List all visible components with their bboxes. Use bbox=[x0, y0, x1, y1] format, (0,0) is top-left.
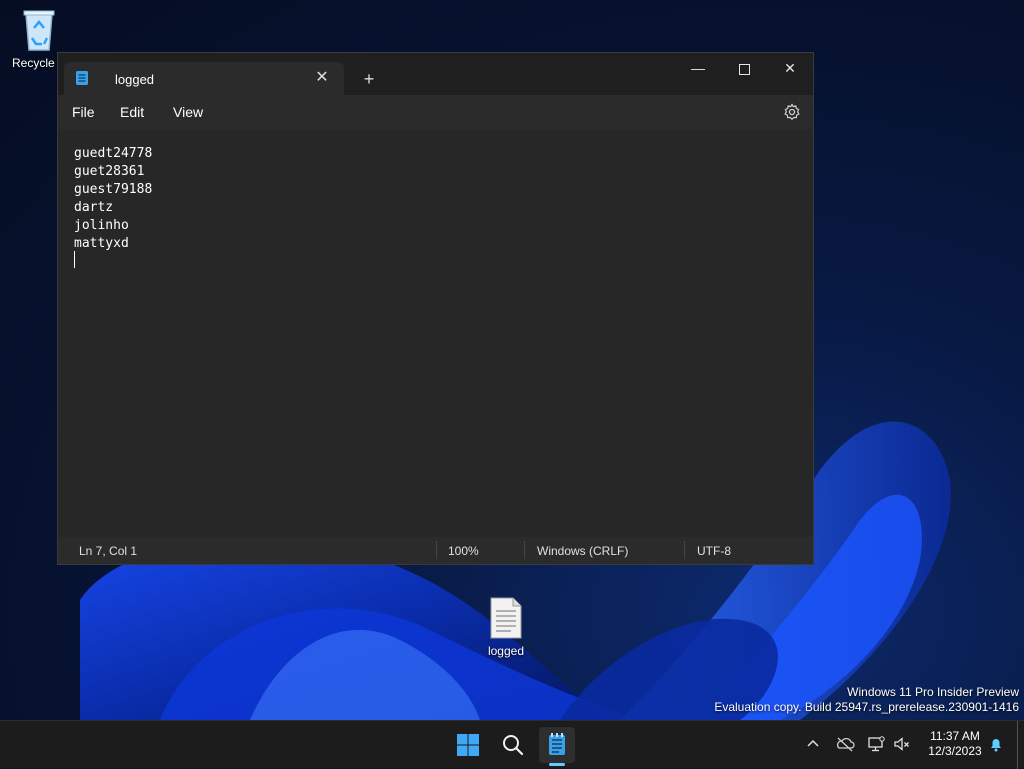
gear-icon[interactable] bbox=[783, 103, 801, 121]
search-button[interactable] bbox=[495, 727, 531, 763]
text-file-icon bbox=[489, 596, 523, 640]
taskbar-notepad-button[interactable] bbox=[539, 727, 575, 763]
search-icon bbox=[503, 735, 524, 756]
clock-date: 12/3/2023 bbox=[928, 744, 982, 758]
active-app-indicator bbox=[549, 763, 565, 766]
status-line-ending[interactable]: Windows (CRLF) bbox=[537, 544, 628, 558]
text-line: dartz bbox=[74, 200, 114, 215]
text-line: guedt24778 bbox=[74, 146, 153, 161]
maximize-button[interactable] bbox=[721, 53, 767, 83]
plus-icon: + bbox=[363, 69, 375, 89]
network-icon[interactable] bbox=[867, 735, 885, 753]
show-desktop-button[interactable] bbox=[1017, 721, 1018, 769]
text-line: jolinho bbox=[74, 218, 129, 233]
desktop-icon-logged[interactable]: logged bbox=[476, 596, 536, 658]
close-icon[interactable]: ✕ bbox=[312, 68, 332, 88]
status-divider bbox=[436, 541, 437, 559]
chevron-up-icon[interactable] bbox=[804, 735, 822, 753]
title-bar[interactable]: logged ✕ + — ✕ bbox=[58, 53, 813, 95]
start-button[interactable] bbox=[450, 727, 486, 763]
text-line: guet28361 bbox=[74, 164, 145, 179]
notepad-icon bbox=[75, 70, 89, 86]
menu-edit[interactable]: Edit bbox=[120, 104, 144, 120]
tab-title: logged bbox=[115, 72, 155, 87]
new-tab-button[interactable]: + bbox=[358, 68, 380, 90]
volume-muted-icon[interactable] bbox=[893, 735, 911, 753]
status-zoom[interactable]: 100% bbox=[448, 544, 479, 558]
minimize-icon: — bbox=[691, 60, 705, 76]
status-divider bbox=[684, 541, 685, 559]
menu-file[interactable]: File bbox=[72, 104, 95, 120]
watermark-line2: Evaluation copy. Build 25947.rs_prerelea… bbox=[714, 700, 1019, 714]
editor-content: guedt24778 guet28361 guest79188 dartz jo… bbox=[74, 145, 152, 253]
close-button[interactable]: ✕ bbox=[767, 53, 813, 83]
maximize-icon bbox=[738, 60, 750, 76]
windows-logo-icon bbox=[457, 734, 479, 756]
status-cursor-position: Ln 7, Col 1 bbox=[79, 544, 138, 558]
notification-bell-icon[interactable] bbox=[987, 735, 1005, 753]
menu-view[interactable]: View bbox=[173, 104, 203, 120]
recycle-bin-icon bbox=[20, 8, 58, 52]
close-icon: ✕ bbox=[784, 60, 796, 76]
evaluation-watermark: Windows 11 Pro Insider Preview Evaluatio… bbox=[714, 685, 1019, 715]
text-caret bbox=[74, 251, 75, 268]
text-line: mattyxd bbox=[74, 236, 129, 251]
watermark-line1: Windows 11 Pro Insider Preview bbox=[847, 685, 1019, 699]
desktop-icon-label: logged bbox=[487, 644, 525, 658]
status-encoding[interactable]: UTF-8 bbox=[697, 544, 731, 558]
status-divider bbox=[524, 541, 525, 559]
notepad-icon bbox=[549, 733, 565, 755]
system-clock[interactable]: 11:37 AM 12/3/2023 bbox=[922, 729, 988, 759]
minimize-button[interactable]: — bbox=[675, 53, 721, 83]
status-bar: Ln 7, Col 1 100% Windows (CRLF) UTF-8 bbox=[58, 537, 813, 564]
text-line: guest79188 bbox=[74, 182, 153, 197]
onedrive-offline-icon[interactable] bbox=[835, 735, 855, 753]
menu-bar: File Edit View bbox=[58, 95, 813, 129]
taskbar: 11:37 AM 12/3/2023 bbox=[0, 720, 1024, 769]
tab-logged[interactable]: logged ✕ bbox=[64, 62, 344, 95]
text-editor[interactable]: guedt24778 guet28361 guest79188 dartz jo… bbox=[58, 129, 813, 539]
clock-time: 11:37 AM bbox=[930, 729, 980, 743]
notepad-window: logged ✕ + — ✕ File Edit View guedt24778… bbox=[57, 52, 814, 565]
